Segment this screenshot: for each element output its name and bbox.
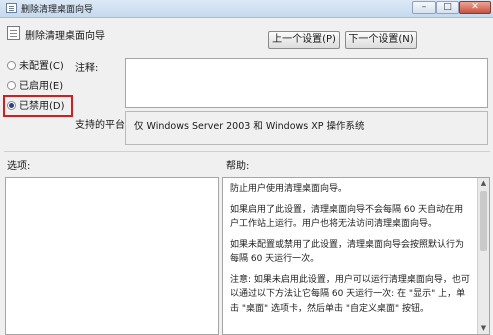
window-title: 删除清理桌面向导 bbox=[21, 5, 94, 15]
comment-textarea[interactable] bbox=[125, 58, 488, 108]
help-paragraph: 防止用户使用清理桌面向导。 bbox=[230, 184, 348, 194]
comment-label: 注释: bbox=[75, 63, 99, 74]
scroll-down-icon[interactable]: ▼ bbox=[478, 323, 489, 334]
close-button[interactable]: ✕ bbox=[459, 1, 491, 14]
options-label: 选项: bbox=[7, 161, 31, 172]
policy-name: 删除清理桌面向导 bbox=[25, 31, 105, 42]
platform-label: 支持的平台: bbox=[75, 120, 129, 131]
next-setting-button[interactable]: 下一个设置(N) bbox=[345, 31, 417, 49]
platform-box: 仅 Windows Server 2003 和 Windows XP 操作系统 bbox=[125, 111, 488, 145]
minimize-button[interactable]: – bbox=[412, 1, 436, 14]
radio-enabled-label: 已启用(E) bbox=[19, 81, 64, 92]
help-panel: 防止用户使用清理桌面向导。 如果启用了此设置，清理桌面向导不会每隔 60 天自动… bbox=[222, 177, 490, 335]
radio-enabled-button[interactable] bbox=[7, 81, 16, 90]
policy-window-icon bbox=[6, 3, 17, 13]
section-divider bbox=[4, 151, 490, 152]
highlight-annotation bbox=[3, 95, 73, 117]
policy-setting-icon bbox=[7, 26, 20, 40]
help-label: 帮助: bbox=[226, 161, 250, 172]
title-bar: 删除清理桌面向导 – □ ✕ bbox=[0, 0, 493, 18]
scroll-thumb[interactable] bbox=[480, 191, 487, 251]
radio-not-configured-button[interactable] bbox=[7, 61, 16, 70]
help-scrollbar[interactable]: ▲ ▼ bbox=[477, 178, 489, 334]
maximize-button[interactable]: □ bbox=[436, 1, 459, 14]
radio-enabled[interactable]: 已启用(E) bbox=[7, 80, 63, 94]
scroll-up-icon[interactable]: ▲ bbox=[478, 178, 489, 189]
help-paragraph: 注意: 如果未启用此设置，用户可以运行清理桌面向导，也可以通过以下方法让它每隔 … bbox=[230, 274, 470, 314]
help-paragraph: 如果未配置或禁用了此设置，清理桌面向导会按照默认行为每隔 60 天运行一次。 bbox=[230, 239, 465, 265]
options-panel bbox=[5, 177, 219, 335]
radio-not-configured[interactable]: 未配置(C) bbox=[7, 60, 64, 74]
radio-not-configured-label: 未配置(C) bbox=[19, 61, 64, 72]
help-text: 防止用户使用清理桌面向导。 如果启用了此设置，清理桌面向导不会每隔 60 天自动… bbox=[223, 178, 477, 326]
platform-value: 仅 Windows Server 2003 和 Windows XP 操作系统 bbox=[134, 121, 365, 132]
previous-setting-button[interactable]: 上一个设置(P) bbox=[268, 31, 340, 49]
help-paragraph: 如果启用了此设置，清理桌面向导不会每隔 60 天自动在用户工作站上运行。用户也将… bbox=[230, 204, 464, 230]
